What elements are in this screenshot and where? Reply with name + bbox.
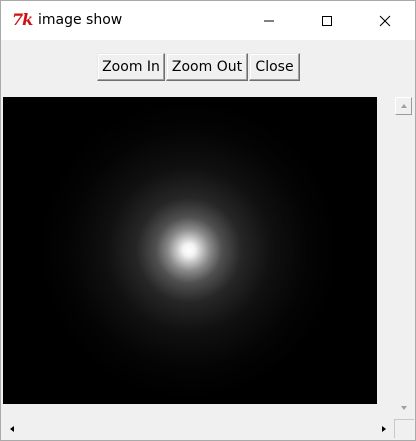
close-icon	[379, 15, 391, 26]
tk-logo-icon: 7k	[12, 10, 33, 29]
scrollbar-corner	[394, 419, 414, 438]
title-bar[interactable]: 7k image show	[1, 1, 415, 40]
scroll-down-arrow-icon	[400, 406, 407, 410]
vertical-scrollbar[interactable]	[394, 97, 414, 419]
scroll-right-arrow-icon	[382, 425, 386, 432]
zoom-in-button[interactable]: Zoom In	[97, 53, 165, 81]
scroll-down-button[interactable]	[395, 399, 412, 417]
scroll-left-button[interactable]	[3, 419, 21, 438]
maximize-icon	[322, 15, 332, 26]
minimize-icon	[264, 20, 274, 21]
image-canvas[interactable]	[3, 97, 377, 404]
close-button[interactable]: Close	[249, 53, 300, 81]
window-title: image show	[38, 12, 123, 28]
scroll-right-button[interactable]	[375, 419, 393, 438]
scroll-up-arrow-icon	[400, 104, 407, 108]
zoom-out-button[interactable]: Zoom Out	[166, 53, 248, 81]
scroll-left-arrow-icon	[10, 425, 14, 432]
radial-glow-image	[3, 97, 377, 404]
minimize-button[interactable]	[246, 1, 292, 40]
close-window-button[interactable]	[362, 1, 408, 40]
app-window: 7k image show Zoom In Zoom Out Close	[0, 0, 416, 441]
horizontal-scrollbar[interactable]	[3, 419, 393, 438]
toolbar: Zoom In Zoom Out Close	[1, 40, 415, 97]
scroll-up-button[interactable]	[395, 97, 412, 115]
maximize-button[interactable]	[304, 1, 350, 40]
